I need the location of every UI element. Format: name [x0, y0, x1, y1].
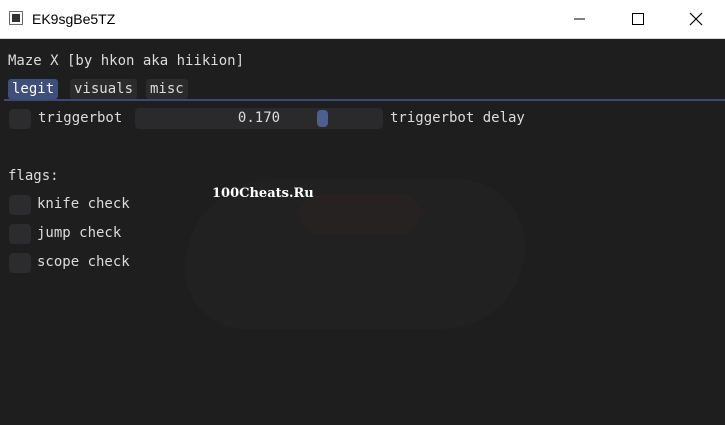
- jump-check-label: jump check: [37, 225, 122, 241]
- tab-misc[interactable]: misc: [146, 79, 188, 99]
- app-icon: [9, 11, 23, 25]
- maximize-icon: [632, 13, 644, 25]
- title-bar[interactable]: EK9sgBe5TZ: [0, 0, 725, 39]
- maximize-button[interactable]: [614, 0, 660, 38]
- menu-title: Maze X [by hkon aka hiikion]: [8, 53, 245, 69]
- slider-grab-handle[interactable]: [317, 110, 328, 127]
- app-window: EK9sgBe5TZ Maze X [by hkon aka hiikion] …: [0, 0, 725, 425]
- minimize-icon: [574, 18, 585, 20]
- tab-visuals[interactable]: visuals: [70, 79, 138, 99]
- triggerbot-label: triggerbot: [38, 110, 123, 126]
- triggerbot-checkbox[interactable]: [9, 109, 31, 129]
- slider-value: 0.170: [237, 110, 281, 126]
- menu-panel: Maze X [by hkon aka hiikion] legit visua…: [0, 39, 725, 425]
- tab-legit[interactable]: legit: [8, 79, 59, 99]
- watermark-text: 100Cheats.Ru: [212, 186, 314, 201]
- triggerbot-delay-label: triggerbot delay: [390, 110, 525, 126]
- knife-check-checkbox[interactable]: [9, 195, 31, 215]
- triggerbot-delay-slider[interactable]: 0.170: [135, 108, 383, 129]
- flags-heading: flags:: [8, 168, 59, 184]
- background-watermark-shape: [300, 194, 420, 234]
- jump-check-checkbox[interactable]: [9, 224, 31, 244]
- scope-check-label: scope check: [37, 254, 130, 270]
- close-icon: [689, 12, 703, 26]
- tab-underline: [4, 99, 725, 101]
- knife-check-label: knife check: [37, 196, 130, 212]
- close-button[interactable]: [672, 0, 718, 38]
- scope-check-checkbox[interactable]: [9, 253, 31, 273]
- window-title: EK9sgBe5TZ: [32, 11, 116, 27]
- minimize-button[interactable]: [556, 0, 602, 38]
